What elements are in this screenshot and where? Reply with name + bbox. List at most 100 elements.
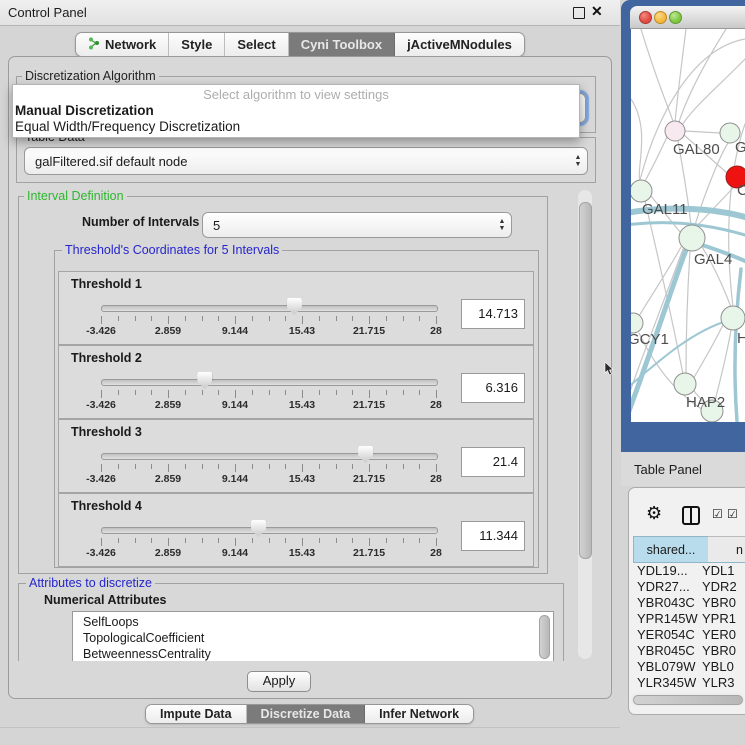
slider-tick xyxy=(135,390,136,395)
table-data-combo[interactable]: galFiltered.sif default node ▲▼ xyxy=(24,147,588,175)
network-edge[interactable] xyxy=(640,39,745,180)
threshold-value-field[interactable]: 11.344 xyxy=(461,521,525,551)
slider-tick-label: -3.426 xyxy=(86,547,116,559)
threshold-value-field[interactable]: 14.713 xyxy=(461,299,525,329)
table-row[interactable]: YDR27...YDR2 xyxy=(633,579,745,595)
checkbox-icon[interactable]: ☑ xyxy=(727,507,738,521)
network-edge[interactable] xyxy=(641,29,674,124)
divider xyxy=(0,727,620,728)
apply-button[interactable]: Apply xyxy=(247,671,311,692)
float-window-icon[interactable] xyxy=(573,7,585,19)
cell-shared-name: YPR145W xyxy=(637,611,698,626)
slider-tick xyxy=(118,464,119,469)
network-node-green[interactable] xyxy=(631,180,652,202)
attribute-list-item[interactable]: BetweennessCentrality xyxy=(83,647,211,661)
threshold-value-field[interactable]: 21.4 xyxy=(461,447,525,477)
numerical-attributes-list[interactable]: SelfLoopsTopologicalCoefficientBetweenne… xyxy=(72,611,554,661)
network-node-green[interactable] xyxy=(679,225,705,251)
slider-thumb[interactable] xyxy=(251,520,266,537)
slider-tick xyxy=(185,390,186,395)
tab-jactivemnodules[interactable]: jActiveMNodules xyxy=(395,33,524,56)
slider-tick xyxy=(436,464,437,472)
network-edge[interactable] xyxy=(715,330,731,401)
tab-select[interactable]: Select xyxy=(225,33,288,56)
list-scrollbar[interactable] xyxy=(539,615,550,659)
table-row[interactable]: YBR043CYBR0 xyxy=(633,595,745,611)
zoom-traffic-light[interactable] xyxy=(669,11,682,24)
network-node-green[interactable] xyxy=(631,313,643,333)
slider-tick xyxy=(403,464,404,469)
network-node-green[interactable] xyxy=(674,373,696,395)
tab-network[interactable]: Network xyxy=(76,33,169,56)
slider-tick-label: 15.43 xyxy=(289,325,315,337)
slider-track[interactable] xyxy=(101,305,438,312)
screen: Control Panel ✕ NetworkStyleSelectCyni T… xyxy=(0,0,745,745)
tab-impute-data[interactable]: Impute Data xyxy=(146,705,247,723)
slider-track[interactable] xyxy=(101,527,438,534)
table-row[interactable]: YBL079WYBL0 xyxy=(633,659,745,675)
slider-track[interactable] xyxy=(101,379,438,386)
cell-shared-name: YDR27... xyxy=(637,579,690,594)
gear-icon[interactable]: ⚙ xyxy=(646,503,662,524)
network-node-label: C xyxy=(737,182,745,199)
slider-thumb[interactable] xyxy=(287,298,302,315)
network-edge[interactable] xyxy=(678,29,726,125)
table-row[interactable]: YPR145WYPR1 xyxy=(633,611,745,627)
close-traffic-light[interactable] xyxy=(639,11,652,24)
table-hscrollbar-thumb[interactable] xyxy=(633,695,743,705)
slider-tick xyxy=(369,538,370,546)
table-row[interactable]: YDL19...YDL1 xyxy=(633,563,745,579)
node-table[interactable]: YDL19...YDL1YDR27...YDR2YBR043CYBR0YPR14… xyxy=(633,563,745,694)
tab-label: Style xyxy=(181,37,212,52)
tab-infer-network[interactable]: Infer Network xyxy=(365,705,473,723)
tab-style[interactable]: Style xyxy=(169,33,225,56)
slider-tick xyxy=(235,390,236,398)
network-node-label: GCY1 xyxy=(631,331,669,348)
network-view-canvas[interactable]: GAL80GCGAL11GAL4GCY1HHAP2 xyxy=(631,29,745,422)
main-scrollbar-track[interactable] xyxy=(578,190,592,659)
tab-cyni-toolbox[interactable]: Cyni Toolbox xyxy=(289,33,395,56)
network-edge[interactable] xyxy=(631,99,642,181)
dropdown-option[interactable]: Equal Width/Frequency Discretization xyxy=(13,119,579,135)
network-node-pink[interactable] xyxy=(665,121,685,141)
close-icon[interactable]: ✕ xyxy=(591,3,603,20)
checkbox-icon[interactable]: ☑ xyxy=(712,507,723,521)
dropdown-option[interactable]: Manual Discretization xyxy=(13,103,579,119)
slider-tick xyxy=(436,538,437,546)
threshold-value-field[interactable]: 6.316 xyxy=(461,373,525,403)
attribute-list-item[interactable]: TopologicalCoefficient xyxy=(83,631,204,647)
slider-thumb[interactable] xyxy=(197,372,212,389)
table-panel-header: Table Panel xyxy=(621,452,745,486)
slider-track[interactable] xyxy=(101,453,438,460)
network-edge[interactable] xyxy=(685,131,720,133)
columns-icon[interactable] xyxy=(682,506,700,525)
network-node-label: GAL80 xyxy=(673,141,720,158)
attribute-list-item[interactable]: SelfLoops xyxy=(83,615,139,631)
column-header-shared-name[interactable]: shared... xyxy=(633,536,709,563)
slider-tick xyxy=(352,316,353,321)
tab-discretize-data[interactable]: Discretize Data xyxy=(247,705,366,723)
cell-name: YBR0 xyxy=(702,595,736,610)
tab-label: Select xyxy=(237,37,275,52)
slider-tick xyxy=(302,390,303,398)
table-row[interactable]: YER054CYER0 xyxy=(633,627,745,643)
slider-tick xyxy=(302,316,303,324)
slider-thumb[interactable] xyxy=(358,446,373,463)
slider-tick xyxy=(336,390,337,395)
network-edge[interactable] xyxy=(645,137,667,181)
slider-tick xyxy=(336,316,337,321)
network-node-green[interactable] xyxy=(721,306,745,330)
tab-label: jActiveMNodules xyxy=(407,37,512,52)
network-edge[interactable] xyxy=(686,251,690,373)
slider-tick xyxy=(235,538,236,546)
cell-name: YBL0 xyxy=(702,659,734,674)
table-hscrollbar-track[interactable] xyxy=(631,693,744,706)
slider-tick xyxy=(252,390,253,395)
minimize-traffic-light[interactable] xyxy=(654,11,667,24)
threshold-label: Threshold 1 xyxy=(71,277,142,291)
column-header-name[interactable]: n xyxy=(708,536,745,563)
num-intervals-combo[interactable]: 5 ▲▼ xyxy=(202,212,512,238)
table-row[interactable]: YBR045CYBR0 xyxy=(633,643,745,659)
table-row[interactable]: YLR345WYLR3 xyxy=(633,675,745,691)
main-scrollbar-thumb[interactable] xyxy=(579,202,592,559)
